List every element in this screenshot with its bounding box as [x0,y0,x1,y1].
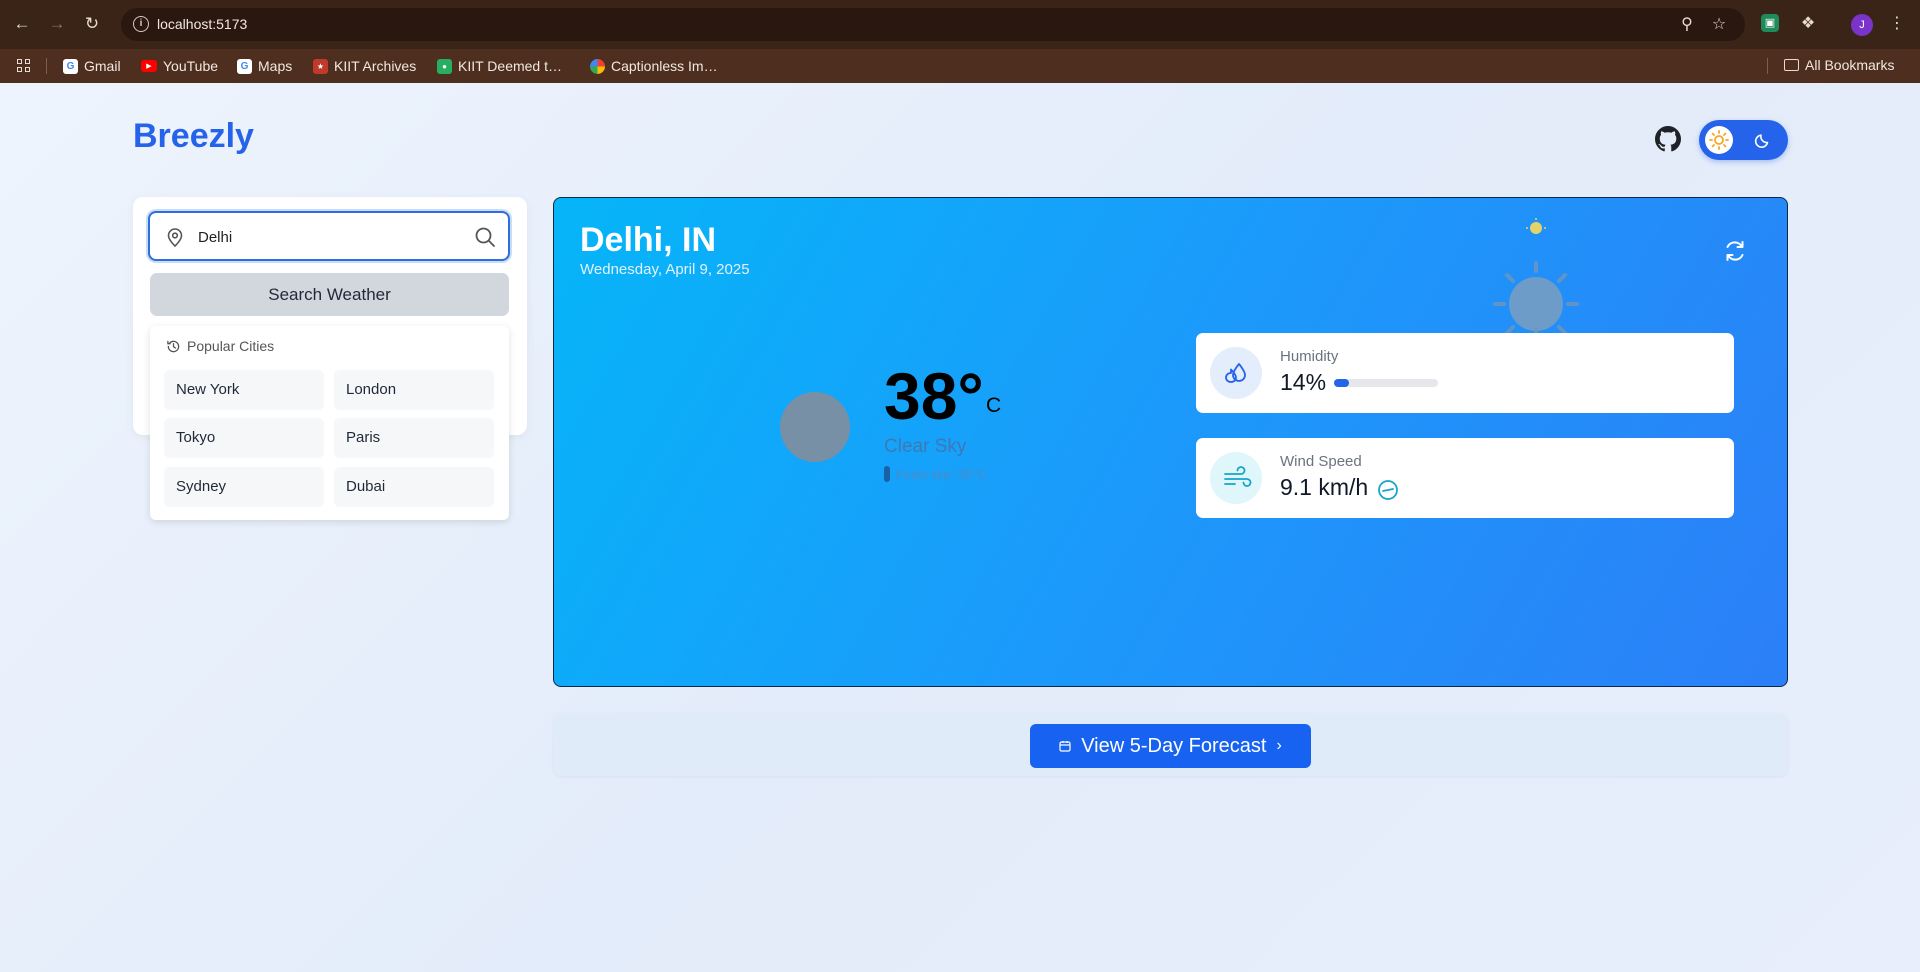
wind-direction-icon [1378,480,1398,500]
extensions-puzzle-icon[interactable]: ❖ [1797,13,1819,35]
popular-cities-header: Popular Cities [166,338,274,354]
bookmark-star-icon[interactable]: ☆ [1709,15,1729,35]
google-icon: G [237,58,252,74]
weather-condition-icon [780,392,850,462]
humidity-progress-bar [1334,379,1438,387]
theme-toggle[interactable] [1699,120,1788,160]
bookmark-kiit-archives[interactable]: ★ KIIT Archives [313,57,416,75]
light-mode-button[interactable] [1705,126,1733,154]
bookmark-captionless[interactable]: Captionless Im… [590,57,718,75]
city-button-sydney[interactable]: Sydney [164,467,324,507]
moon-icon[interactable] [1751,128,1775,152]
forward-icon[interactable]: → [45,12,69,36]
wind-label: Wind Speed [1280,453,1362,470]
popular-cities-title: Popular Cities [187,338,275,354]
humidity-progress-fill [1334,379,1349,387]
bookmark-label: Maps [258,58,293,74]
kiit-icon: ★ [313,58,328,74]
profile-avatar[interactable]: J [1851,14,1873,36]
city-search-input[interactable] [198,225,458,249]
bookmarks-bar: G Gmail ▶ YouTube G Maps ★ KIIT Archives… [0,49,1920,83]
bookmarks-divider [1767,58,1768,74]
reload-icon[interactable]: ↻ [80,12,104,36]
all-bookmarks-label: All Bookmarks [1805,57,1895,73]
chevron-right-icon: › [1276,737,1282,754]
all-bookmarks[interactable]: All Bookmarks [1784,57,1894,73]
address-bar[interactable]: i localhost:5173 ⚲ ☆ [121,8,1745,41]
city-button-paris[interactable]: Paris [334,418,494,458]
bookmark-kiit-deemed[interactable]: ● KIIT Deemed t… [437,57,562,75]
site-info-icon[interactable]: i [133,16,149,32]
thermometer-icon [884,466,890,482]
back-icon[interactable]: ← [10,12,34,36]
folder-icon [1784,59,1799,71]
apps-grid-icon[interactable] [17,59,31,73]
bookmark-youtube[interactable]: ▶ YouTube [141,57,218,75]
view-forecast-label: View 5-Day Forecast [1081,734,1267,757]
bookmark-label: Captionless Im… [611,58,718,74]
bookmark-gmail[interactable]: G Gmail [63,57,121,75]
decorative-sun-icon [1493,218,1579,338]
feels-like-text: Feels like: 35°C [896,466,988,482]
city-button-london[interactable]: London [334,370,494,410]
droplets-icon [1225,363,1246,383]
view-forecast-button[interactable]: View 5-Day Forecast › [1030,724,1311,768]
history-icon [167,340,180,352]
wind-icon [1224,466,1252,487]
map-pin-icon [167,228,183,247]
browser-toolbar: ← → ↻ i localhost:5173 ⚲ ☆ ▣ ❖ J ⋮ [0,0,1920,49]
humidity-value: 14% [1280,369,1327,395]
wind-icon-wrap [1210,452,1262,504]
weather-date: Wednesday, April 9, 2025 [580,261,750,278]
search-weather-button[interactable]: Search Weather [150,273,509,316]
extension-icon[interactable]: ▣ [1761,14,1779,32]
bookmark-label: KIIT Deemed t… [458,58,563,74]
search-box[interactable] [148,211,510,261]
temperature-unit: C [986,394,1002,417]
current-weather-card: Delhi, IN Wednesday, April 9, 2025 38° C… [553,197,1788,687]
city-button-tokyo[interactable]: Tokyo [164,418,324,458]
bookmark-maps[interactable]: G Maps [237,57,292,75]
temperature-value: 38° [884,359,984,433]
feels-like: Feels like: 35°C [884,466,987,482]
humidity-label: Humidity [1280,348,1339,365]
address-url: localhost:5173 [157,16,248,32]
city-button-dubai[interactable]: Dubai [334,467,494,507]
popular-cities-dropdown: Popular Cities New York London Tokyo Par… [150,326,509,520]
search-icon[interactable] [474,226,496,248]
photos-icon [590,58,605,74]
bookmark-label: Gmail [84,58,121,74]
calendar-icon [1059,741,1071,752]
zoom-icon[interactable]: ⚲ [1677,15,1697,35]
wind-card: Wind Speed 9.1 km/h [1196,438,1734,518]
refresh-icon[interactable] [1722,238,1748,264]
kiit-icon: ● [437,58,452,74]
browser-menu-icon[interactable]: ⋮ [1886,13,1908,35]
sun-icon [1709,130,1729,150]
youtube-icon: ▶ [141,60,157,72]
city-button-new-york[interactable]: New York [164,370,324,410]
github-icon[interactable] [1655,126,1681,152]
weather-description: Clear Sky [884,436,967,457]
weather-city-name: Delhi, IN [580,221,717,259]
humidity-card: Humidity 14% [1196,333,1734,413]
humidity-icon-wrap [1210,347,1262,399]
bookmark-label: KIIT Archives [334,58,417,74]
bookmark-label: YouTube [163,58,219,74]
wind-value: 9.1 km/h [1280,474,1369,500]
bookmarks-divider [46,58,47,74]
google-icon: G [63,58,78,74]
app-logo[interactable]: Breezly [133,117,254,156]
